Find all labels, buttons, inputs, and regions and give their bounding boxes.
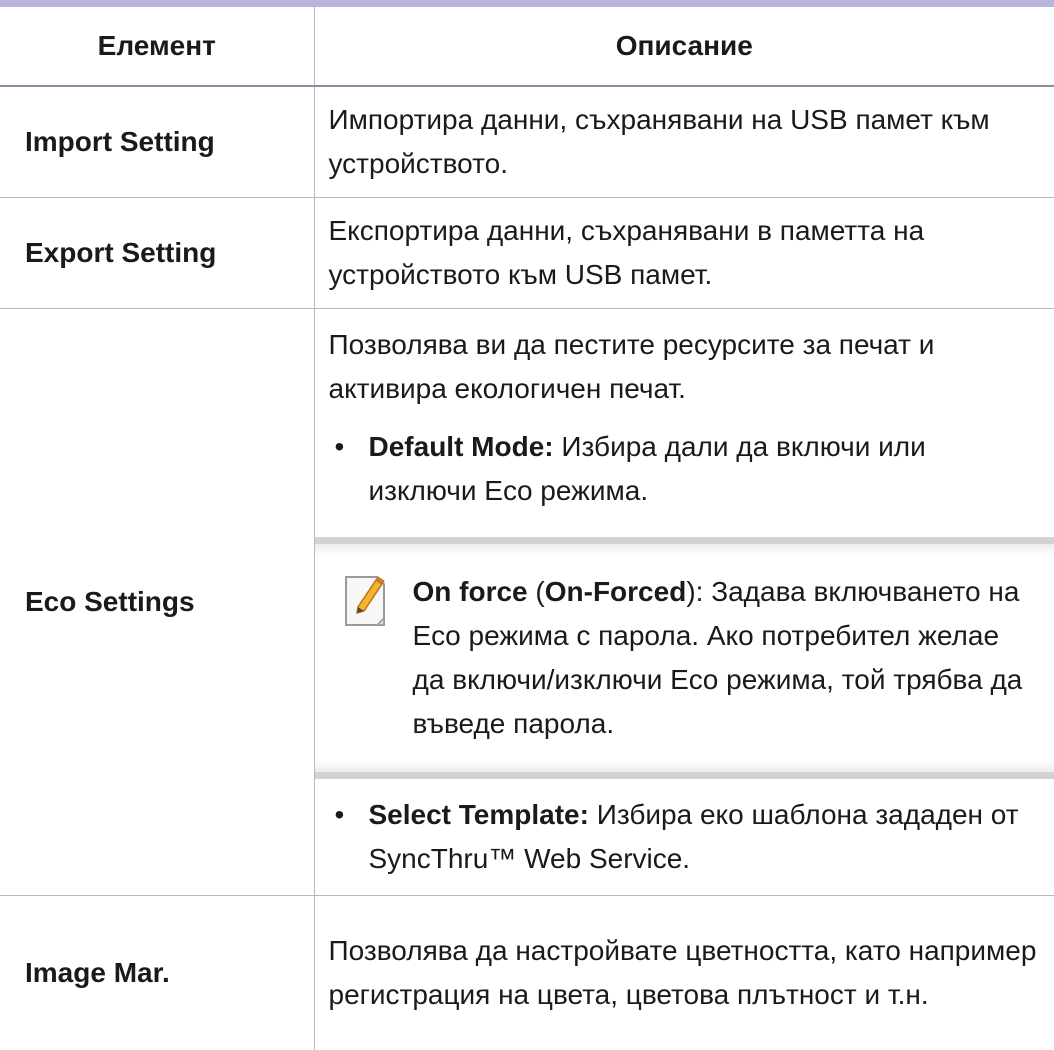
table-row: Import Setting Импортира данни, съхраняв…: [0, 86, 1054, 198]
table-row: Image Mar. Позволява да настройвате цвет…: [0, 896, 1054, 1050]
settings-table: Елемент Описание Import Setting Импортир…: [0, 0, 1054, 1050]
table-row: Export Setting Експортира данни, съхраня…: [0, 198, 1054, 309]
note-on-forced: On-Forced: [545, 576, 687, 607]
note-on-force: On force: [413, 576, 528, 607]
item-image-mar: Image Mar.: [0, 896, 314, 1050]
item-eco-settings: Eco Settings: [0, 309, 314, 896]
desc-image-mar: Позволява да настройвате цветността, кат…: [314, 896, 1054, 1050]
bullet-marker: •: [329, 793, 369, 881]
note-box: On force (On-Forced): Задава включването…: [315, 537, 1054, 779]
header-description: Описание: [314, 4, 1054, 87]
table-row: Eco Settings Позволява ви да пестите рес…: [0, 309, 1054, 896]
bullet-marker: •: [329, 425, 369, 513]
item-export-setting: Export Setting: [0, 198, 314, 309]
select-template-label: Select Template:: [369, 799, 589, 830]
header-item: Елемент: [0, 4, 314, 87]
note-pencil-icon: [315, 570, 413, 746]
default-mode-label: Default Mode:: [369, 431, 554, 462]
table-header-row: Елемент Описание: [0, 4, 1054, 87]
desc-import-setting: Импортира данни, съхранявани на USB паме…: [314, 86, 1054, 198]
desc-eco-settings: Позволява ви да пестите ресурсите за печ…: [314, 309, 1054, 896]
bullet-default-mode: • Default Mode: Избира дали да включи ил…: [329, 425, 1039, 513]
bullet-select-template: • Select Template: Избира еко шаблона за…: [329, 793, 1039, 881]
item-import-setting: Import Setting: [0, 86, 314, 198]
eco-intro: Позволява ви да пестите ресурсите за печ…: [329, 323, 1039, 411]
desc-export-setting: Експортира данни, съхранявани в паметта …: [314, 198, 1054, 309]
note-text: On force (On-Forced): Задава включването…: [413, 570, 1039, 746]
